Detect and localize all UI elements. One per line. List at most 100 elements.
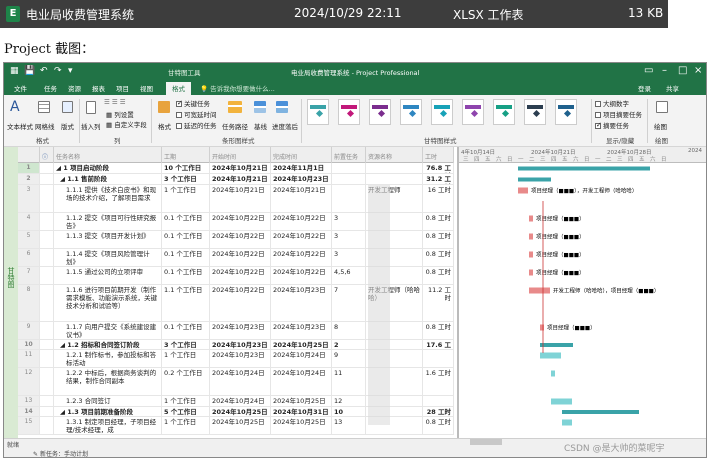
task-bar[interactable] [529, 287, 550, 294]
tell-me-search[interactable]: 💡 告诉我你想要做什么... [200, 83, 275, 93]
duration-cell[interactable]: 0.1 个工作日 [162, 231, 210, 248]
task-name-cell[interactable]: 1.1.6 进行项目前期开发（制作需求模板、功能演示系统，关键技术分析和试验等） [54, 285, 162, 321]
col-predecessors[interactable]: 前置任务 [332, 147, 366, 163]
predecessors-cell[interactable]: 12 [332, 396, 366, 406]
task-bar[interactable] [562, 419, 572, 426]
task-name-cell[interactable]: 1.1.7 向用户提交《系统建设建议书》 [54, 322, 162, 339]
indicator-cell[interactable] [40, 350, 54, 367]
predecessors-cell[interactable] [332, 163, 366, 173]
share-button[interactable]: 共享 [666, 83, 679, 93]
work-cell[interactable]: 76.8 工时 [423, 163, 454, 173]
finish-cell[interactable]: 2024年10月23日 [271, 285, 332, 321]
task-bar[interactable] [518, 187, 528, 194]
task-bar[interactable] [540, 324, 544, 331]
task-name-cell[interactable]: ◢ 1.1 售前阶段 [54, 174, 162, 184]
start-cell[interactable]: 2024年10月25日 [210, 407, 271, 416]
baseline-icon[interactable] [254, 101, 266, 113]
undo-icon[interactable]: ↶ [40, 66, 48, 76]
gantt-style-3[interactable] [369, 99, 391, 125]
indicator-cell[interactable] [40, 267, 54, 284]
duration-cell[interactable]: 1 个工作日 [162, 185, 210, 212]
layout-button[interactable]: 版式 [61, 121, 74, 131]
duration-cell[interactable]: 1 个工作日 [162, 396, 210, 406]
tab-resource[interactable]: 资源 [68, 83, 81, 93]
predecessors-cell[interactable]: 8 [332, 322, 366, 339]
finish-cell[interactable]: 2024年10月25日 [271, 396, 332, 406]
duration-cell[interactable]: 0.1 个工作日 [162, 267, 210, 284]
start-cell[interactable]: 2024年10月24日 [210, 396, 271, 406]
finish-cell[interactable]: 2024年10月24日 [271, 350, 332, 367]
duration-cell[interactable]: 1.1 个工作日 [162, 285, 210, 321]
row-id[interactable]: 6 [18, 249, 40, 266]
work-cell[interactable]: 0.8 工时 [423, 249, 454, 266]
slippage-button[interactable]: 进度落后 [272, 121, 298, 131]
indicator-cell[interactable] [40, 368, 54, 395]
baseline-button[interactable]: 基线 [254, 121, 267, 131]
row-id[interactable]: 2 [18, 174, 40, 184]
gridlines-button[interactable]: 网格线 [35, 121, 55, 131]
work-cell[interactable]: 0.8 工时 [423, 417, 454, 434]
gantt-style-8[interactable] [524, 99, 546, 125]
work-cell[interactable]: 0.8 工时 [423, 231, 454, 248]
outline-number-checkbox[interactable]: 大纲数字 [595, 98, 629, 108]
info-icon[interactable]: ⓘ [40, 147, 54, 163]
row-id[interactable]: 8 [18, 285, 40, 321]
start-cell[interactable]: 2024年10月24日 [210, 368, 271, 395]
align-icons[interactable]: ☰ ☰ ☰ [104, 98, 126, 106]
col-task-name[interactable]: 任务名称 [54, 147, 162, 163]
gantt-style-4[interactable] [400, 99, 422, 125]
row-id[interactable]: 9 [18, 322, 40, 339]
summary-bar[interactable] [518, 177, 551, 182]
gantt-style-7[interactable] [493, 99, 515, 125]
summary-tasks-checkbox[interactable]: 摘要任务 [595, 120, 629, 130]
task-bar[interactable] [551, 398, 572, 405]
tab-project[interactable]: 项目 [116, 83, 129, 93]
duration-cell[interactable]: 10 个工作日 [162, 163, 210, 173]
start-cell[interactable]: 2024年10月21日 [210, 185, 271, 212]
work-cell[interactable]: 17.6 工时 [423, 340, 454, 349]
view-bar[interactable]: 甘特图 [4, 147, 18, 438]
format-button[interactable]: 格式 [158, 121, 171, 131]
tab-task[interactable]: 任务 [44, 83, 57, 93]
start-cell[interactable]: 2024年10月22日 [210, 249, 271, 266]
horizontal-scrollbar[interactable] [470, 439, 502, 445]
work-cell[interactable]: 0.8 工时 [423, 267, 454, 284]
task-row[interactable]: 2 ◢ 1.1 售前阶段 3 个工作日 2024年10月21日 2024年10月23日 3… [18, 174, 454, 185]
task-path-icon[interactable] [228, 101, 242, 113]
save-icon[interactable]: 💾 [24, 66, 35, 76]
work-cell[interactable] [423, 396, 454, 406]
summary-bar[interactable] [540, 343, 573, 347]
task-name-cell[interactable]: 1.1.2 提交《项目可行性研究报告》 [54, 213, 162, 230]
column-settings-button[interactable]: ▦ 列设置 [106, 109, 134, 119]
task-name-cell[interactable]: ◢ 1.3 项目前期准备阶段 [54, 407, 162, 416]
slack-checkbox[interactable]: 可宽延时间 [176, 109, 217, 119]
start-cell[interactable]: 2024年10月22日 [210, 231, 271, 248]
tab-report[interactable]: 报表 [92, 83, 105, 93]
gantt-style-1[interactable] [307, 99, 329, 125]
task-name-cell[interactable]: 1.1.5 通过公司的立项评审 [54, 267, 162, 284]
task-name-cell[interactable]: ◢ 1.2 招标和合同签订阶段 [54, 340, 162, 349]
project-summary-checkbox[interactable]: 项目摘要任务 [595, 109, 642, 119]
finish-cell[interactable]: 2024年10月25日 [271, 340, 332, 349]
finish-cell[interactable]: 2024年11月1日 [271, 163, 332, 173]
task-bar[interactable] [540, 352, 561, 359]
insert-column-button[interactable]: 插入列 [81, 121, 101, 131]
resource-cell[interactable] [366, 174, 423, 184]
predecessors-cell[interactable]: 7 [332, 285, 366, 321]
text-styles-button[interactable]: 文本样式 [7, 121, 33, 131]
start-cell[interactable]: 2024年10月23日 [210, 340, 271, 349]
tab-view[interactable]: 视图 [140, 83, 153, 93]
duration-cell[interactable]: 5 个工作日 [162, 407, 210, 416]
new-tasks-mode[interactable]: ✎ 新任务：手动计划 [33, 449, 88, 457]
task-name-cell[interactable]: 1.1.3 提交《项目开发计划》 [54, 231, 162, 248]
task-name-cell[interactable]: 1.2.3 合同签订 [54, 396, 162, 406]
row-id[interactable]: 10 [18, 340, 40, 349]
tab-format[interactable]: 格式 [166, 82, 191, 95]
resource-cell[interactable] [366, 163, 423, 173]
select-all-header[interactable] [18, 147, 40, 163]
close-icon[interactable]: × [694, 65, 702, 76]
ribbon-options-icon[interactable]: ▭ [644, 65, 653, 76]
finish-cell[interactable]: 2024年10月25日 [271, 417, 332, 434]
gantt-style-5[interactable] [431, 99, 453, 125]
row-id[interactable]: 4 [18, 213, 40, 230]
